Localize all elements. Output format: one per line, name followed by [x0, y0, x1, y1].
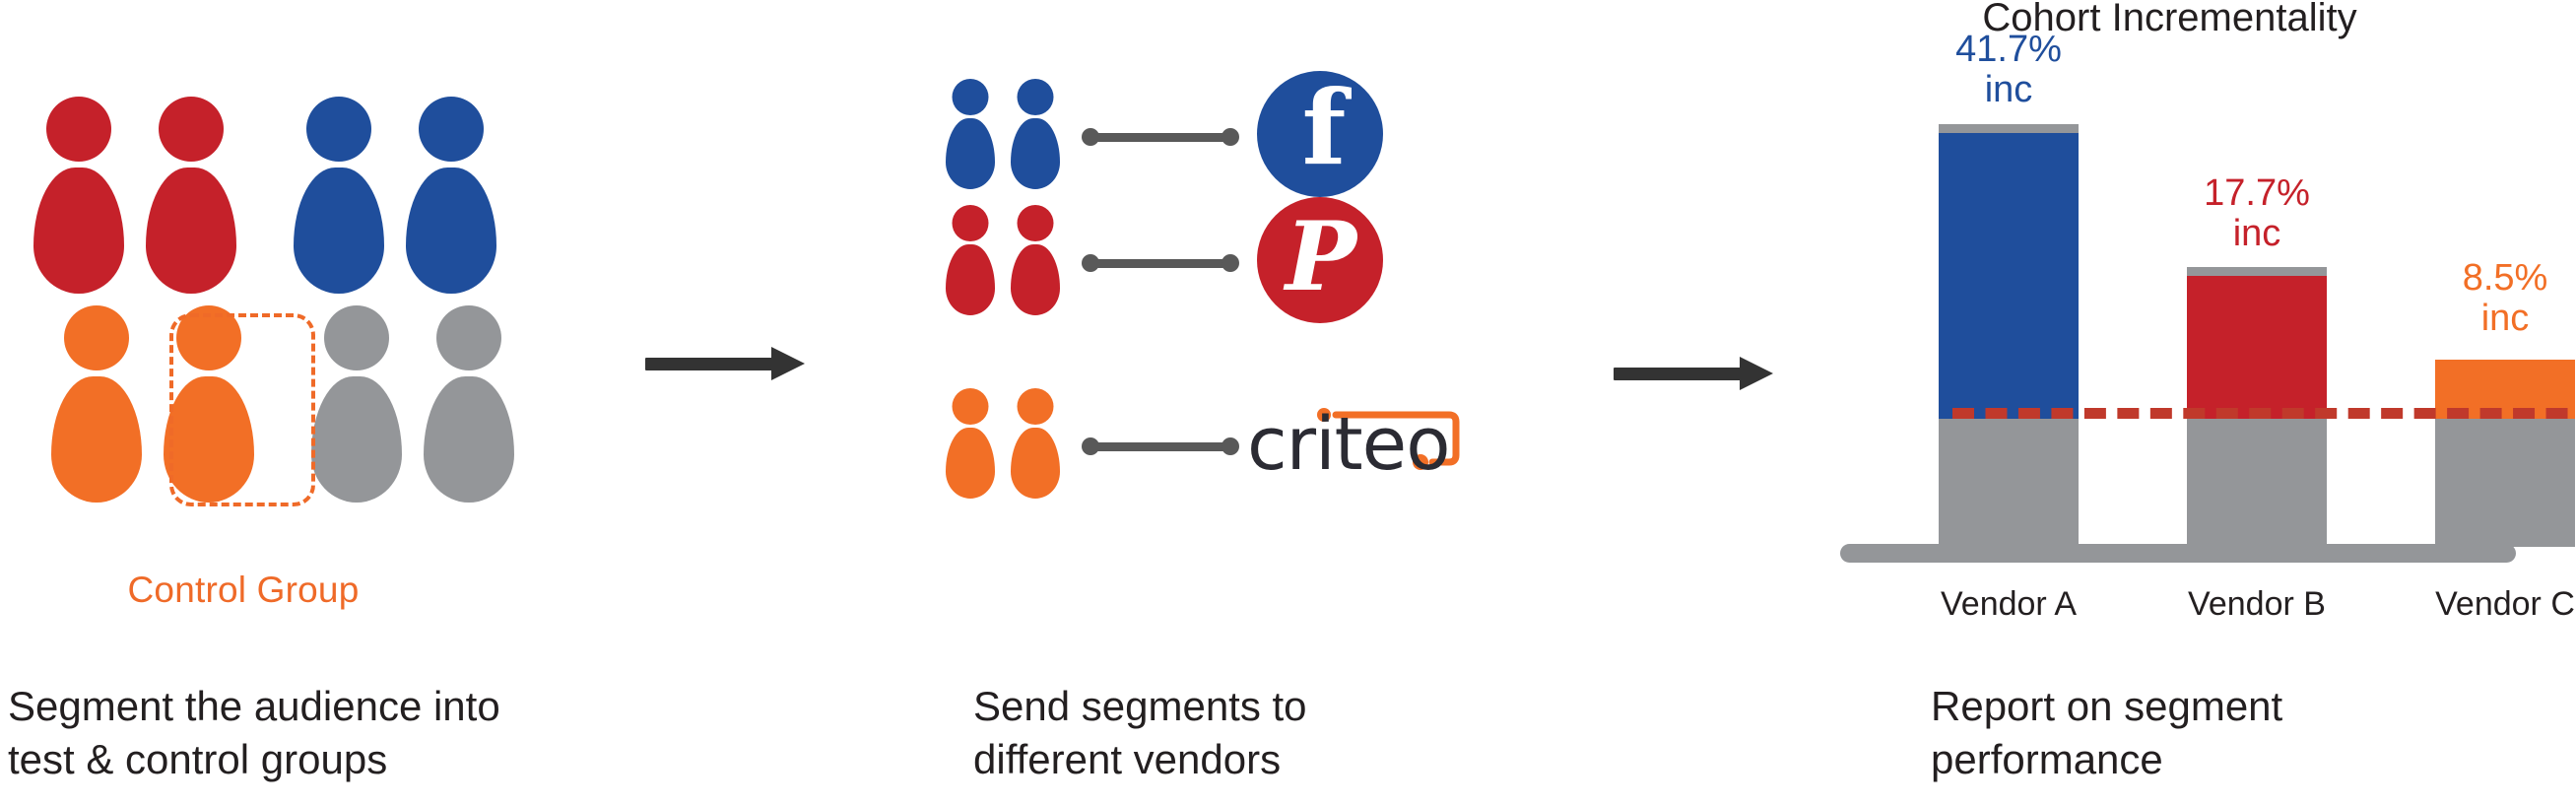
row-spacer	[258, 97, 272, 294]
arrow-shaft	[1614, 368, 1744, 380]
control-group-boundary	[169, 313, 315, 506]
connector-dot-right	[1222, 254, 1239, 272]
control-group-label: Control Group	[127, 570, 360, 610]
pinterest-icon: P	[1257, 197, 1383, 323]
bar-segment-baseline	[1939, 419, 2079, 547]
caption-step-1: Segment the audience into test & control…	[8, 683, 500, 782]
caption-step-2: Send segments to different vendors	[973, 683, 1307, 782]
connector-line-criteo	[1082, 437, 1239, 455]
caption-step-3: Report on segment performance	[1931, 683, 2283, 782]
person-icon-orange-1	[946, 388, 995, 499]
pinterest-glyph: P	[1285, 201, 1357, 312]
person-icon-blue-1	[946, 79, 995, 189]
connector-line-pinterest	[1082, 254, 1239, 272]
bar-segment-cap	[1939, 124, 2079, 133]
flow-arrow-2-icon	[1614, 357, 1781, 390]
stacked-bar-vendor-c	[2435, 360, 2575, 547]
vendor-logo-facebook: f	[1257, 67, 1503, 205]
control-baseline-dashed-line	[1952, 408, 2576, 419]
person-icon-gray-1	[311, 305, 402, 503]
bar-value-label-vendor-a: 41.7% inc	[1955, 29, 2062, 110]
person-icon-red-1	[946, 205, 995, 315]
person-icon-orange-2	[1011, 388, 1060, 499]
bar-value-label-vendor-c: 8.5% inc	[2462, 257, 2548, 339]
segment-pair-red	[946, 205, 1060, 315]
person-icon-orange-1	[51, 305, 142, 503]
vendor-logo-criteo: criteo	[1247, 376, 1503, 514]
facebook-icon: f	[1257, 71, 1383, 197]
stacked-bar-vendor-a	[1939, 124, 2079, 547]
person-icon-gray-2	[424, 305, 514, 503]
panel-send-to-vendors: f P criteo	[936, 0, 1547, 650]
person-icon-blue-2	[406, 97, 496, 294]
bar-segment-cap	[2187, 267, 2327, 276]
person-icon-red-2	[146, 97, 236, 294]
person-icon-blue-1	[294, 97, 384, 294]
segment-pair-orange	[946, 388, 1060, 499]
connector-segment	[1090, 259, 1231, 268]
connector-dot-right	[1222, 437, 1239, 455]
panel-segment-audience: Control Group	[0, 0, 650, 650]
arrow-shaft	[645, 358, 775, 370]
vendor-logo-pinterest: P	[1257, 193, 1503, 331]
x-axis-label-vendor-c: Vendor C	[2435, 585, 2575, 623]
flow-arrow-1-icon	[645, 347, 813, 380]
bar-segment-incremental	[1939, 133, 2079, 419]
criteo-icon: criteo	[1247, 394, 1484, 493]
x-axis-label-vendor-a: Vendor A	[1940, 585, 2077, 623]
connector-line-facebook	[1082, 128, 1239, 146]
people-row-test	[33, 97, 496, 294]
connector-segment	[1090, 133, 1231, 142]
bar-segment-baseline	[2187, 419, 2327, 547]
bar-segment-incremental	[2187, 276, 2327, 419]
connector-segment	[1090, 442, 1231, 451]
panel-report-chart: Cohort Incrementality 41.7% inc Vendor A	[1763, 0, 2576, 650]
chart-x-axis	[1840, 544, 2516, 563]
person-icon-blue-2	[1011, 79, 1060, 189]
facebook-glyph: f	[1301, 67, 1347, 188]
diagram-canvas: Control Group f P criteo Cohort Incremen…	[0, 0, 2576, 806]
arrow-head	[771, 347, 805, 380]
criteo-wordmark: criteo	[1247, 402, 1450, 487]
person-icon-red-2	[1011, 205, 1060, 315]
segment-pair-blue	[946, 79, 1060, 189]
connector-dot-right	[1222, 128, 1239, 146]
chart-plot-area: 41.7% inc Vendor A 17.7% inc Vendor B 8.…	[1862, 30, 2576, 623]
bar-segment-baseline	[2435, 419, 2575, 547]
bar-value-label-vendor-b: 17.7% inc	[2204, 172, 2310, 254]
person-icon-red-1	[33, 97, 124, 294]
x-axis-label-vendor-b: Vendor B	[2188, 585, 2326, 623]
stacked-bar-vendor-b	[2187, 267, 2327, 547]
